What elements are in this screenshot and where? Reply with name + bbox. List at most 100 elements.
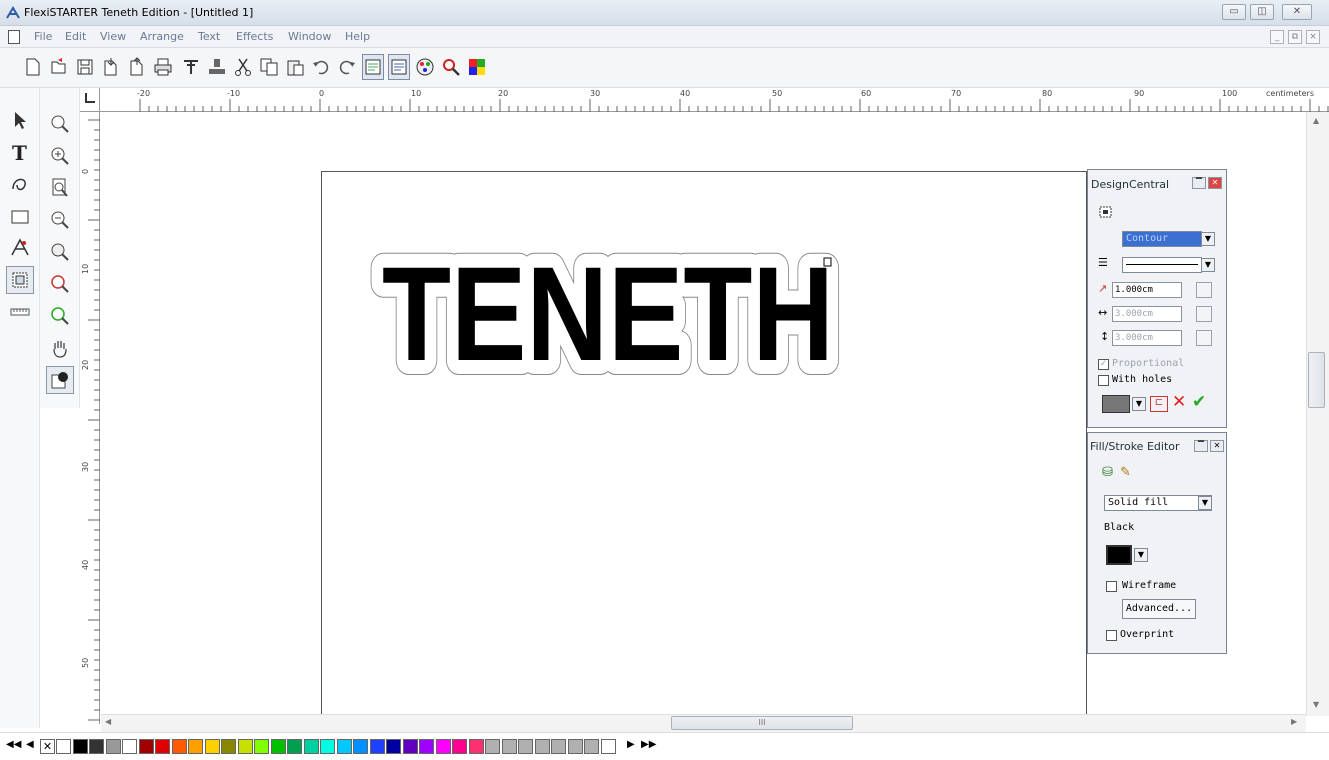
color-swatch[interactable] — [320, 739, 335, 754]
horizontal-size-field[interactable]: 3.000cm — [1112, 306, 1182, 322]
minimize-button[interactable]: ▭ — [1222, 4, 1246, 20]
effects-tool-icon[interactable] — [6, 234, 34, 262]
color-swatch[interactable] — [386, 739, 401, 754]
doc-minimize-button[interactable]: _ — [1270, 30, 1284, 44]
doc-close-button[interactable]: × — [1306, 30, 1320, 44]
close-button[interactable]: ✕ — [1282, 4, 1312, 20]
paste-icon[interactable] — [284, 54, 306, 80]
menu-help[interactable]: Help — [345, 30, 370, 43]
doc-restore-button[interactable]: ⧉ — [1288, 30, 1302, 44]
color-swatch[interactable] — [485, 739, 500, 754]
zoom-out-icon[interactable] — [46, 206, 74, 234]
selection-handle[interactable] — [823, 257, 832, 267]
contour-color-swatch[interactable] — [1102, 395, 1130, 413]
color-swatch[interactable] — [105, 739, 121, 754]
vertical-size-field[interactable]: 3.000cm — [1112, 330, 1182, 346]
color-swatch[interactable] — [584, 739, 599, 754]
palette-next-icon[interactable]: ▶ — [627, 739, 635, 750]
cutter-icon[interactable] — [206, 54, 228, 80]
new-icon[interactable] — [22, 54, 44, 80]
color-swatch[interactable] — [567, 739, 583, 754]
no-color-swatch[interactable]: ✕ — [40, 739, 55, 754]
menu-view[interactable]: View — [100, 30, 126, 43]
menu-effects[interactable]: Effects — [236, 30, 273, 43]
menu-text[interactable]: Text — [198, 30, 220, 43]
color-swatch[interactable] — [188, 739, 203, 754]
page-view-icon[interactable] — [362, 54, 384, 80]
color-swatch[interactable] — [501, 739, 517, 754]
proportional-checkbox[interactable]: ✓ — [1098, 359, 1109, 370]
panel-close-button[interactable]: ✕ — [1210, 440, 1224, 452]
palette-prev-icon[interactable]: ◀ — [26, 739, 34, 750]
fill-type-select[interactable]: Solid fill — [1104, 495, 1212, 511]
line-style-select[interactable] — [1122, 257, 1202, 273]
fill-stroke-tool-icon[interactable] — [46, 366, 74, 394]
chevron-down-icon[interactable]: ▼ — [1132, 397, 1146, 411]
color-swatch[interactable] — [72, 739, 88, 754]
color-swatch[interactable] — [303, 739, 319, 754]
horizontal-scroll-thumb[interactable]: III — [671, 716, 853, 730]
color-swatch[interactable] — [237, 739, 253, 754]
chevron-down-icon[interactable]: ▼ — [1198, 496, 1212, 510]
color-swatch[interactable] — [551, 739, 566, 754]
color-swatch[interactable] — [155, 739, 170, 754]
contour-mode-select[interactable]: Contour — [1122, 231, 1202, 247]
panel-close-button[interactable]: ✕ — [1208, 177, 1222, 189]
vertical-spinner[interactable] — [1196, 330, 1212, 346]
document-icon[interactable] — [8, 30, 20, 44]
color-swatch[interactable] — [419, 739, 434, 754]
open-icon[interactable] — [48, 54, 70, 80]
panel-minimize-button[interactable]: ▔ — [1194, 440, 1208, 452]
color-swatch[interactable] — [534, 739, 550, 754]
color-grid-icon[interactable] — [466, 54, 488, 80]
restore-button[interactable]: ◫ — [1250, 4, 1274, 20]
scroll-up-icon[interactable]: ▲ — [1313, 116, 1319, 125]
print-icon[interactable] — [152, 54, 174, 80]
pointer-tool-icon[interactable] — [6, 106, 34, 134]
vertical-ruler[interactable]: 0 10 20 30 40 50 — [80, 112, 100, 724]
palette-last-icon[interactable]: ▶▶ — [641, 739, 656, 750]
cut-icon[interactable] — [232, 54, 254, 80]
color-swatch[interactable] — [138, 739, 154, 754]
color-swatch[interactable] — [600, 739, 616, 754]
offset-field[interactable]: 1.000cm — [1112, 282, 1182, 298]
rectangle-tool-icon[interactable] — [6, 202, 34, 230]
color-swatch[interactable] — [435, 739, 451, 754]
color-swatch[interactable] — [402, 739, 418, 754]
color-swatch[interactable] — [336, 739, 352, 754]
view-options-icon[interactable] — [388, 54, 410, 80]
text-tool-icon[interactable]: T — [6, 138, 34, 166]
contour-tool-icon[interactable] — [6, 266, 34, 294]
offset-spinner[interactable] — [1196, 282, 1212, 298]
pan-hand-icon[interactable] — [46, 334, 74, 362]
stroke-pen-icon[interactable]: ✎ — [1120, 465, 1131, 480]
color-swatch[interactable] — [518, 739, 533, 754]
panel-minimize-button[interactable]: ▔ — [1192, 177, 1206, 189]
ruler-origin[interactable] — [80, 88, 100, 112]
redo-icon[interactable] — [336, 54, 358, 80]
copy-icon[interactable] — [258, 54, 280, 80]
color-swatch[interactable] — [89, 739, 104, 754]
vertical-scrollbar[interactable]: ▲ ▼ — [1306, 112, 1329, 716]
zoom-icon[interactable] — [440, 54, 462, 80]
node-edit-tool-icon[interactable] — [6, 170, 34, 198]
color-swatch[interactable] — [221, 739, 236, 754]
color-swatch[interactable] — [468, 739, 484, 754]
color-swatch[interactable] — [56, 739, 71, 754]
teneth-artwork[interactable]: TENETH TENETH TENETH — [368, 244, 848, 379]
advanced-button[interactable]: Advanced... — [1122, 599, 1196, 619]
undo-icon[interactable] — [310, 54, 332, 80]
send-to-cutter-icon[interactable] — [180, 54, 202, 80]
color-swatch[interactable] — [452, 739, 467, 754]
overprint-checkbox[interactable] — [1106, 630, 1117, 641]
zoom-all-icon[interactable] — [46, 238, 74, 266]
color-swatch[interactable] — [287, 739, 302, 754]
zoom-selection-icon[interactable] — [46, 270, 74, 298]
color-swatch[interactable] — [270, 739, 286, 754]
color-swatch[interactable] — [122, 739, 137, 754]
color-wheel-icon[interactable] — [414, 54, 436, 80]
measure-tool-icon[interactable] — [6, 298, 34, 326]
horizontal-spinner[interactable] — [1196, 306, 1212, 322]
save-icon[interactable] — [74, 54, 96, 80]
cancel-icon[interactable]: ✕ — [1172, 392, 1186, 412]
